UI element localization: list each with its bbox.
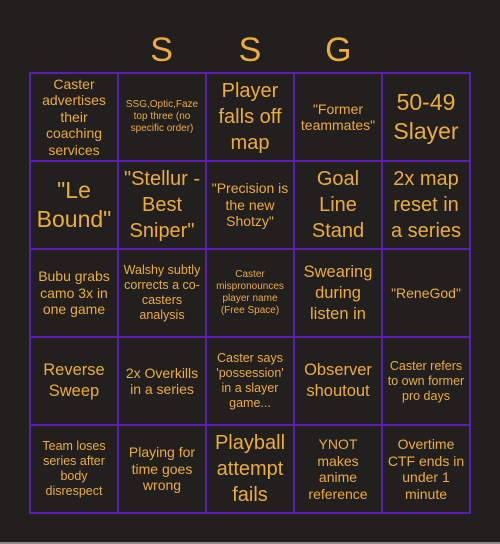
bingo-cell-text: Swearing during listen in — [303, 262, 373, 323]
bingo-cell[interactable]: 2x Overkills in a series — [118, 337, 206, 425]
bingo-cell-text: 50-49 Slayer — [393, 89, 459, 144]
bingo-cell[interactable]: Team loses series after body disrespect — [30, 425, 118, 513]
bingo-cell[interactable]: "ReneGod" — [382, 249, 470, 337]
bingo-cell[interactable]: Caster mispronounces player name (Free S… — [206, 249, 294, 337]
bingo-cell-text: Team loses series after body disrespect — [42, 439, 106, 498]
bingo-cell[interactable]: Goal Line Stand — [294, 161, 382, 249]
bingo-cell[interactable]: 2x map reset in a series — [382, 161, 470, 249]
bingo-cell-text: Observer shoutout — [304, 361, 372, 400]
bingo-cell-text: Walshy subtly corrects a co-casters anal… — [123, 263, 201, 322]
bingo-cell-text: Caster says 'possession' in a slayer gam… — [216, 351, 284, 410]
bingo-cell-text: Playball attempt fails — [214, 432, 286, 506]
bingo-cell-text: Goal Line Stand — [311, 168, 365, 242]
bingo-cell[interactable]: Swearing during listen in — [294, 249, 382, 337]
bingo-cell[interactable]: "Stellur - Best Sniper" — [118, 161, 206, 249]
bingo-cell[interactable]: 50-49 Slayer — [382, 73, 470, 161]
bingo-cell-text: "Stellur - Best Sniper" — [123, 168, 200, 242]
bingo-cell-text: Reverse Sweep — [43, 361, 105, 400]
bingo-cell[interactable]: Playball attempt fails — [206, 425, 294, 513]
bingo-cell-text: 2x map reset in a series — [390, 168, 462, 242]
bingo-cell-text: Playing for time goes wrong — [128, 444, 196, 494]
header-letter-5 — [383, 28, 471, 72]
bingo-cell[interactable]: "Le Bound" — [30, 161, 118, 249]
bingo-cell-text: "Le Bound" — [36, 177, 112, 232]
bingo-cell-text: "Precision is the new Shotzy" — [211, 180, 289, 230]
header-letter-2: S — [150, 31, 173, 69]
bingo-cell-text: Bubu grabs camo 3x in one game — [38, 268, 110, 318]
bingo-cell-text: Player falls off map — [218, 80, 282, 154]
header-letter-3: S — [238, 31, 262, 69]
bingo-cell[interactable]: Bubu grabs camo 3x in one game — [30, 249, 118, 337]
bingo-cell-text: YNOT makes anime reference — [308, 436, 368, 502]
bingo-cell-text: "Former teammates" — [300, 100, 376, 134]
bingo-cell-text: Overtime CTF ends in under 1 minute — [387, 436, 465, 502]
header-letter-1 — [29, 28, 117, 72]
bingo-cell[interactable]: Walshy subtly corrects a co-casters anal… — [118, 249, 206, 337]
bingo-cell-text: Caster refers to own former pro days — [387, 358, 465, 403]
bingo-header: S S G — [29, 28, 471, 72]
bingo-cell[interactable]: SSG,Optic,Faze top three (no specific or… — [118, 73, 206, 161]
bingo-cell[interactable]: Caster says 'possession' in a slayer gam… — [206, 337, 294, 425]
bingo-cell-text: "ReneGod" — [391, 284, 461, 301]
bingo-cell-text: Caster advertises their coaching service… — [42, 75, 106, 158]
bingo-cell[interactable]: YNOT makes anime reference — [294, 425, 382, 513]
bingo-cell[interactable]: Reverse Sweep — [30, 337, 118, 425]
header-letter-4: G — [325, 31, 352, 69]
bingo-cell[interactable]: Overtime CTF ends in under 1 minute — [382, 425, 470, 513]
bingo-cell[interactable]: "Precision is the new Shotzy" — [206, 161, 294, 249]
bingo-cell[interactable]: Observer shoutout — [294, 337, 382, 425]
bingo-cell[interactable]: Caster advertises their coaching service… — [30, 73, 118, 161]
bingo-cell[interactable]: Player falls off map — [206, 73, 294, 161]
bingo-cell[interactable]: Playing for time goes wrong — [118, 425, 206, 513]
bingo-cell[interactable]: "Former teammates" — [294, 73, 382, 161]
bingo-cell[interactable]: Caster refers to own former pro days — [382, 337, 470, 425]
bingo-cell-text: SSG,Optic,Faze top three (no specific or… — [125, 99, 199, 134]
bingo-board: Caster advertises their coaching service… — [29, 72, 471, 514]
bingo-cell-text: Caster mispronounces player name (Free S… — [216, 269, 284, 316]
bingo-cell-text: 2x Overkills in a series — [125, 364, 199, 398]
